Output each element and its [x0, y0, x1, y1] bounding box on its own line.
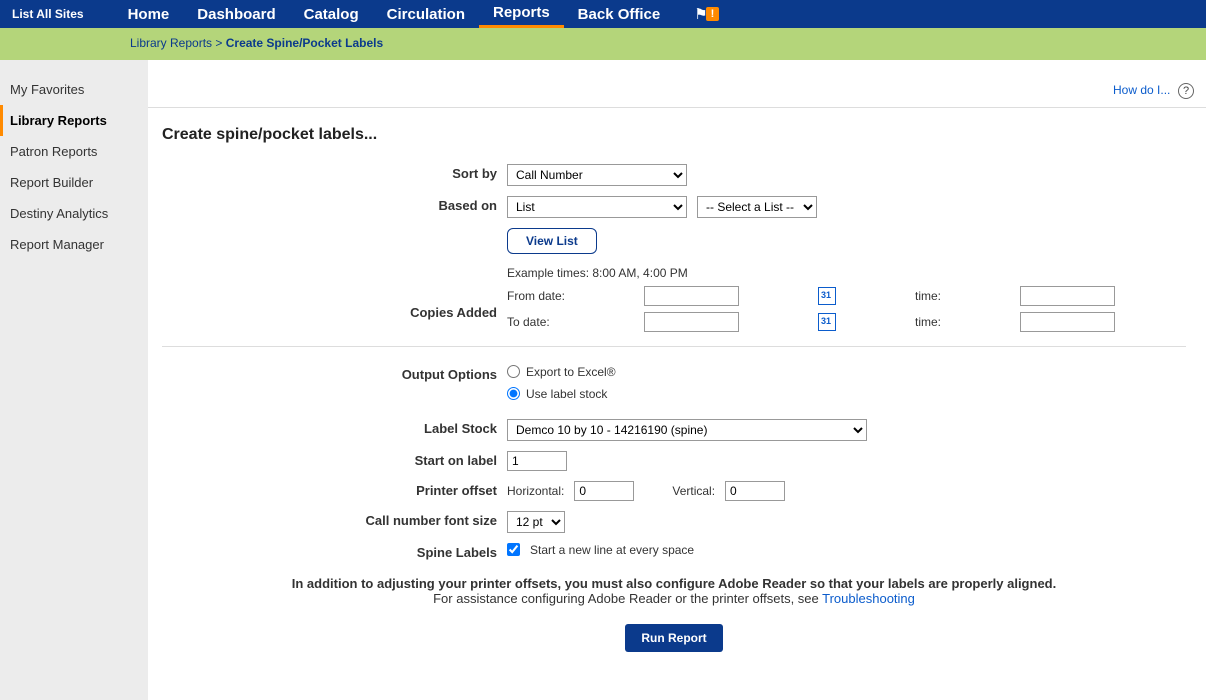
vertical-label: Vertical: — [672, 484, 715, 498]
note-rest: For assistance configuring Adobe Reader … — [433, 591, 822, 606]
breadcrumb-sep: > — [215, 36, 222, 50]
note-block: In addition to adjusting your printer of… — [162, 576, 1186, 606]
help-link[interactable]: How do I... — [1113, 83, 1170, 97]
form-panel: Create spine/pocket labels... Sort by Ca… — [148, 107, 1206, 672]
calendar-icon[interactable] — [818, 287, 836, 305]
sidebar-item-report-builder[interactable]: Report Builder — [0, 167, 148, 198]
help-row: How do I... ? — [148, 60, 1206, 107]
example-times-hint: Example times: 8:00 AM, 4:00 PM — [507, 266, 1186, 280]
sort-by-label: Sort by — [162, 164, 507, 181]
breadcrumb-parent[interactable]: Library Reports — [130, 36, 212, 50]
top-nav: List All Sites Home Dashboard Catalog Ci… — [0, 0, 1206, 28]
sort-by-select[interactable]: Call Number — [507, 164, 687, 186]
sidebar-item-library-reports[interactable]: Library Reports — [0, 105, 148, 136]
content: How do I... ? Create spine/pocket labels… — [148, 60, 1206, 700]
notifications-button[interactable]: ⚑ ! — [694, 5, 719, 23]
help-icon[interactable]: ? — [1178, 83, 1194, 99]
from-date-input[interactable] — [644, 286, 739, 306]
export-excel-radio[interactable] — [507, 365, 520, 378]
based-on-label: Based on — [162, 196, 507, 213]
nav-reports[interactable]: Reports — [479, 0, 564, 28]
label-stock-label: Label Stock — [162, 419, 507, 436]
vertical-offset-input[interactable] — [725, 481, 785, 501]
breadcrumb-current: Create Spine/Pocket Labels — [226, 36, 383, 50]
copies-added-label: Copies Added — [162, 277, 507, 320]
output-options-label: Output Options — [162, 365, 507, 382]
from-date-label: From date: — [507, 289, 636, 303]
to-date-label: To date: — [507, 315, 636, 329]
note-bold: In addition to adjusting your printer of… — [162, 576, 1186, 591]
sidebar-item-destiny-analytics[interactable]: Destiny Analytics — [0, 198, 148, 229]
start-on-label-input[interactable] — [507, 451, 567, 471]
based-on-select[interactable]: List — [507, 196, 687, 218]
export-excel-label: Export to Excel® — [526, 365, 616, 379]
printer-offset-label: Printer offset — [162, 481, 507, 498]
use-label-stock-label: Use label stock — [526, 387, 607, 401]
to-time-label: time: — [915, 315, 1012, 329]
sidebar-item-patron-reports[interactable]: Patron Reports — [0, 136, 148, 167]
page-title: Create spine/pocket labels... — [162, 126, 1186, 144]
spine-labels-checkbox[interactable] — [507, 543, 520, 556]
nav-circulation[interactable]: Circulation — [373, 0, 479, 28]
run-report-button[interactable]: Run Report — [625, 624, 722, 652]
from-time-input[interactable] — [1020, 286, 1115, 306]
nav-back-office[interactable]: Back Office — [564, 0, 675, 28]
font-size-label: Call number font size — [162, 511, 507, 528]
sidebar-item-favorites[interactable]: My Favorites — [0, 74, 148, 105]
start-on-label-label: Start on label — [162, 451, 507, 468]
nav-home[interactable]: Home — [114, 0, 184, 28]
use-label-stock-radio[interactable] — [507, 387, 520, 400]
breadcrumb: Library Reports > Create Spine/Pocket La… — [0, 28, 1206, 60]
notifications-badge: ! — [706, 7, 720, 21]
to-date-input[interactable] — [644, 312, 739, 332]
label-stock-select[interactable]: Demco 10 by 10 - 14216190 (spine) — [507, 419, 867, 441]
horizontal-offset-input[interactable] — [574, 481, 634, 501]
spine-labels-cb-label: Start a new line at every space — [530, 543, 694, 557]
from-time-label: time: — [915, 289, 1012, 303]
troubleshooting-link[interactable]: Troubleshooting — [822, 591, 915, 606]
font-size-select[interactable]: 12 pt — [507, 511, 565, 533]
spine-labels-label: Spine Labels — [162, 543, 507, 560]
sidebar: My Favorites Library Reports Patron Repo… — [0, 60, 148, 700]
calendar-icon[interactable] — [818, 313, 836, 331]
nav-catalog[interactable]: Catalog — [290, 0, 373, 28]
list-select[interactable]: -- Select a List -- — [697, 196, 817, 218]
list-all-sites-link[interactable]: List All Sites — [12, 7, 84, 21]
view-list-button[interactable]: View List — [507, 228, 597, 254]
sidebar-item-report-manager[interactable]: Report Manager — [0, 229, 148, 260]
nav-dashboard[interactable]: Dashboard — [183, 0, 289, 28]
divider — [162, 346, 1186, 347]
to-time-input[interactable] — [1020, 312, 1115, 332]
horizontal-label: Horizontal: — [507, 484, 564, 498]
